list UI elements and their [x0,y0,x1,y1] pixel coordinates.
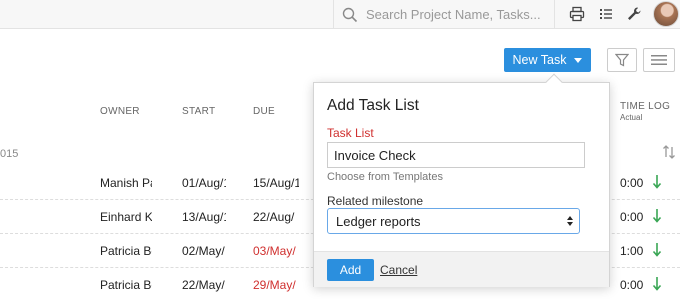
column-header-owner[interactable]: OWNER [100,106,140,117]
search-input[interactable]: Search Project Name, Tasks... [366,7,541,22]
owner-cell: Patricia Bo [100,278,152,292]
start-cell: 22/May/ [182,278,225,292]
time-log-cell: 0:00 [620,210,644,224]
due-cell-overdue: 29/May/ [253,278,296,292]
group-label: 015 [0,148,19,160]
wrench-icon[interactable] [624,4,644,24]
menu-button[interactable] [643,48,675,72]
owner-cell: Einhard Kl [100,210,152,224]
avatar[interactable] [653,1,679,27]
chevron-down-icon [574,57,583,63]
due-cell-overdue: 03/May/ [253,244,296,258]
due-cell: 22/Aug/ [253,210,295,224]
owner-cell: Patricia Bo [100,244,152,258]
arrow-down-icon [652,175,662,189]
top-bar: Search Project Name, Tasks... [0,0,680,29]
filter-button[interactable] [607,48,637,72]
task-list-input[interactable]: Invoice Check [327,142,585,168]
time-log-label: TIME LOG [620,101,671,112]
add-button[interactable]: Add [327,259,374,281]
start-cell: 13/Aug/1 [182,210,226,224]
time-log-cell: 0:00 [620,176,644,190]
filter-icon [615,53,629,67]
cancel-button[interactable]: Cancel [380,263,417,277]
new-task-label: New Task [512,53,567,67]
milestone-selected-value: Ledger reports [336,214,421,229]
choose-templates-link[interactable]: Choose from Templates [327,171,443,183]
hamburger-icon [651,55,667,65]
arrow-down-icon [652,243,662,257]
task-list-label: Task List [327,126,374,140]
new-task-button[interactable]: New Task [504,48,591,72]
column-header-time-log[interactable]: TIME LOG Actual [620,101,670,122]
arrow-down-icon [652,277,662,291]
add-task-list-dialog: Add Task List Task List Invoice Check Ch… [313,73,610,287]
milestone-label: Related milestone [327,194,424,208]
column-header-due[interactable]: DUE [253,106,275,117]
popover-tip [545,73,563,91]
time-log-cell: 0:00 [620,278,644,292]
time-log-cell: 1:00 [620,244,644,258]
dialog-title: Add Task List [327,97,419,114]
owner-cell: Manish Pa [100,176,152,190]
due-cell: 15/Aug/1 [253,176,299,190]
start-cell: 02/May/ [182,244,225,258]
dialog-footer: Add Cancel [314,251,609,287]
search-icon [342,7,358,23]
start-cell: 01/Aug/1 [182,176,226,190]
sort-icon[interactable] [662,145,676,159]
select-arrows-icon [567,216,573,226]
column-header-start[interactable]: START [182,106,215,117]
time-log-sublabel: Actual [620,113,643,122]
search-box[interactable]: Search Project Name, Tasks... [333,0,555,29]
milestone-select[interactable]: Ledger reports [327,208,580,234]
list-icon[interactable] [596,4,616,24]
print-icon[interactable] [567,4,587,24]
arrow-down-icon [652,209,662,223]
